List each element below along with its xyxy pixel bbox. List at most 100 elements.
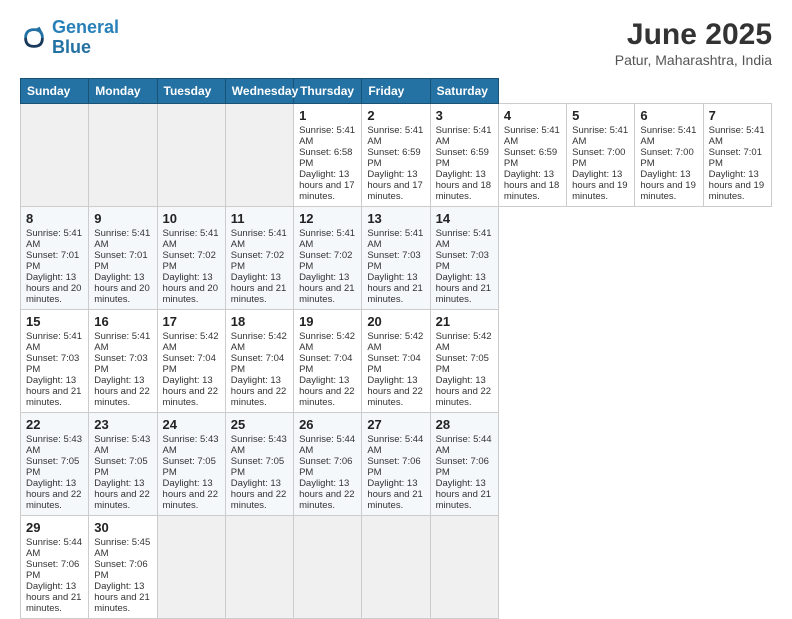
sunrise-label: Sunrise: 5:43 AM (231, 434, 287, 456)
daylight-label: Daylight: 13 hours and 22 minutes. (26, 478, 81, 511)
sunset-label: Sunset: 7:05 PM (94, 456, 147, 478)
day-number: 11 (231, 211, 288, 226)
sunrise-label: Sunrise: 5:41 AM (299, 228, 355, 250)
daylight-label: Daylight: 13 hours and 22 minutes. (367, 375, 422, 408)
sunrise-label: Sunrise: 5:41 AM (709, 125, 765, 147)
sunrise-label: Sunrise: 5:42 AM (436, 331, 492, 353)
sunset-label: Sunset: 7:04 PM (231, 353, 284, 375)
sunset-label: Sunset: 6:58 PM (299, 147, 352, 169)
day-number: 12 (299, 211, 356, 226)
calendar-cell (21, 104, 89, 207)
sunrise-label: Sunrise: 5:44 AM (367, 434, 423, 456)
sunrise-label: Sunrise: 5:41 AM (572, 125, 628, 147)
header-cell-friday: Friday (362, 79, 430, 104)
day-number: 8 (26, 211, 83, 226)
calendar-week-3: 22 Sunrise: 5:43 AM Sunset: 7:05 PM Dayl… (21, 413, 772, 516)
calendar-table: SundayMondayTuesdayWednesdayThursdayFrid… (20, 78, 772, 619)
day-number: 2 (367, 108, 424, 123)
calendar-cell (225, 516, 293, 619)
daylight-label: Daylight: 13 hours and 21 minutes. (299, 272, 354, 305)
calendar-week-1: 8 Sunrise: 5:41 AM Sunset: 7:01 PM Dayli… (21, 207, 772, 310)
location: Patur, Maharashtra, India (615, 52, 772, 68)
day-number: 1 (299, 108, 356, 123)
header-cell-monday: Monday (89, 79, 157, 104)
sunset-label: Sunset: 7:03 PM (26, 353, 79, 375)
day-number: 10 (163, 211, 220, 226)
sunset-label: Sunset: 7:03 PM (367, 250, 420, 272)
header-cell-wednesday: Wednesday (225, 79, 293, 104)
header-cell-saturday: Saturday (430, 79, 498, 104)
calendar-cell: 12 Sunrise: 5:41 AM Sunset: 7:02 PM Dayl… (294, 207, 362, 310)
calendar-cell: 18 Sunrise: 5:42 AM Sunset: 7:04 PM Dayl… (225, 310, 293, 413)
sunset-label: Sunset: 7:06 PM (299, 456, 352, 478)
calendar-week-0: 1 Sunrise: 5:41 AM Sunset: 6:58 PM Dayli… (21, 104, 772, 207)
sunrise-label: Sunrise: 5:41 AM (436, 228, 492, 250)
calendar-cell: 22 Sunrise: 5:43 AM Sunset: 7:05 PM Dayl… (21, 413, 89, 516)
daylight-label: Daylight: 13 hours and 22 minutes. (231, 375, 286, 408)
daylight-label: Daylight: 13 hours and 22 minutes. (299, 375, 354, 408)
logo-text: General Blue (52, 18, 119, 58)
day-number: 20 (367, 314, 424, 329)
sunrise-label: Sunrise: 5:41 AM (299, 125, 355, 147)
sunset-label: Sunset: 7:03 PM (436, 250, 489, 272)
sunrise-label: Sunrise: 5:41 AM (94, 228, 150, 250)
calendar-cell: 5 Sunrise: 5:41 AM Sunset: 7:00 PM Dayli… (567, 104, 635, 207)
day-number: 16 (94, 314, 151, 329)
calendar-week-2: 15 Sunrise: 5:41 AM Sunset: 7:03 PM Dayl… (21, 310, 772, 413)
calendar-cell: 15 Sunrise: 5:41 AM Sunset: 7:03 PM Dayl… (21, 310, 89, 413)
calendar-header-row: SundayMondayTuesdayWednesdayThursdayFrid… (21, 79, 772, 104)
day-number: 6 (640, 108, 697, 123)
day-number: 3 (436, 108, 493, 123)
day-number: 28 (436, 417, 493, 432)
calendar-cell: 29 Sunrise: 5:44 AM Sunset: 7:06 PM Dayl… (21, 516, 89, 619)
calendar-cell: 13 Sunrise: 5:41 AM Sunset: 7:03 PM Dayl… (362, 207, 430, 310)
day-number: 17 (163, 314, 220, 329)
calendar-cell: 2 Sunrise: 5:41 AM Sunset: 6:59 PM Dayli… (362, 104, 430, 207)
sunrise-label: Sunrise: 5:41 AM (504, 125, 560, 147)
daylight-label: Daylight: 13 hours and 17 minutes. (299, 169, 354, 202)
calendar-cell: 7 Sunrise: 5:41 AM Sunset: 7:01 PM Dayli… (703, 104, 771, 207)
daylight-label: Daylight: 13 hours and 21 minutes. (367, 478, 422, 511)
calendar-cell (225, 104, 293, 207)
sunset-label: Sunset: 7:05 PM (26, 456, 79, 478)
header-cell-tuesday: Tuesday (157, 79, 225, 104)
sunrise-label: Sunrise: 5:42 AM (231, 331, 287, 353)
header: General Blue June 2025 Patur, Maharashtr… (20, 18, 772, 68)
daylight-label: Daylight: 13 hours and 22 minutes. (299, 478, 354, 511)
day-number: 5 (572, 108, 629, 123)
daylight-label: Daylight: 13 hours and 22 minutes. (94, 478, 149, 511)
sunrise-label: Sunrise: 5:41 AM (436, 125, 492, 147)
sunset-label: Sunset: 7:02 PM (163, 250, 216, 272)
title-block: June 2025 Patur, Maharashtra, India (615, 18, 772, 68)
sunset-label: Sunset: 7:06 PM (26, 559, 79, 581)
daylight-label: Daylight: 13 hours and 17 minutes. (367, 169, 422, 202)
calendar-cell: 4 Sunrise: 5:41 AM Sunset: 6:59 PM Dayli… (498, 104, 566, 207)
header-cell-sunday: Sunday (21, 79, 89, 104)
calendar-cell: 6 Sunrise: 5:41 AM Sunset: 7:00 PM Dayli… (635, 104, 703, 207)
sunset-label: Sunset: 7:01 PM (94, 250, 147, 272)
sunset-label: Sunset: 7:06 PM (436, 456, 489, 478)
sunrise-label: Sunrise: 5:41 AM (367, 228, 423, 250)
day-number: 13 (367, 211, 424, 226)
sunset-label: Sunset: 6:59 PM (504, 147, 557, 169)
sunset-label: Sunset: 7:05 PM (163, 456, 216, 478)
sunset-label: Sunset: 7:03 PM (94, 353, 147, 375)
daylight-label: Daylight: 13 hours and 20 minutes. (94, 272, 149, 305)
day-number: 30 (94, 520, 151, 535)
calendar-cell: 10 Sunrise: 5:41 AM Sunset: 7:02 PM Dayl… (157, 207, 225, 310)
calendar-cell: 16 Sunrise: 5:41 AM Sunset: 7:03 PM Dayl… (89, 310, 157, 413)
daylight-label: Daylight: 13 hours and 22 minutes. (163, 375, 218, 408)
sunrise-label: Sunrise: 5:41 AM (640, 125, 696, 147)
calendar-cell: 25 Sunrise: 5:43 AM Sunset: 7:05 PM Dayl… (225, 413, 293, 516)
calendar-cell (294, 516, 362, 619)
day-number: 19 (299, 314, 356, 329)
sunrise-label: Sunrise: 5:44 AM (26, 537, 82, 559)
sunset-label: Sunset: 7:02 PM (299, 250, 352, 272)
daylight-label: Daylight: 13 hours and 21 minutes. (231, 272, 286, 305)
day-number: 15 (26, 314, 83, 329)
daylight-label: Daylight: 13 hours and 21 minutes. (26, 375, 81, 408)
daylight-label: Daylight: 13 hours and 21 minutes. (436, 478, 491, 511)
calendar-cell: 23 Sunrise: 5:43 AM Sunset: 7:05 PM Dayl… (89, 413, 157, 516)
daylight-label: Daylight: 13 hours and 20 minutes. (163, 272, 218, 305)
calendar-body: 1 Sunrise: 5:41 AM Sunset: 6:58 PM Dayli… (21, 104, 772, 619)
